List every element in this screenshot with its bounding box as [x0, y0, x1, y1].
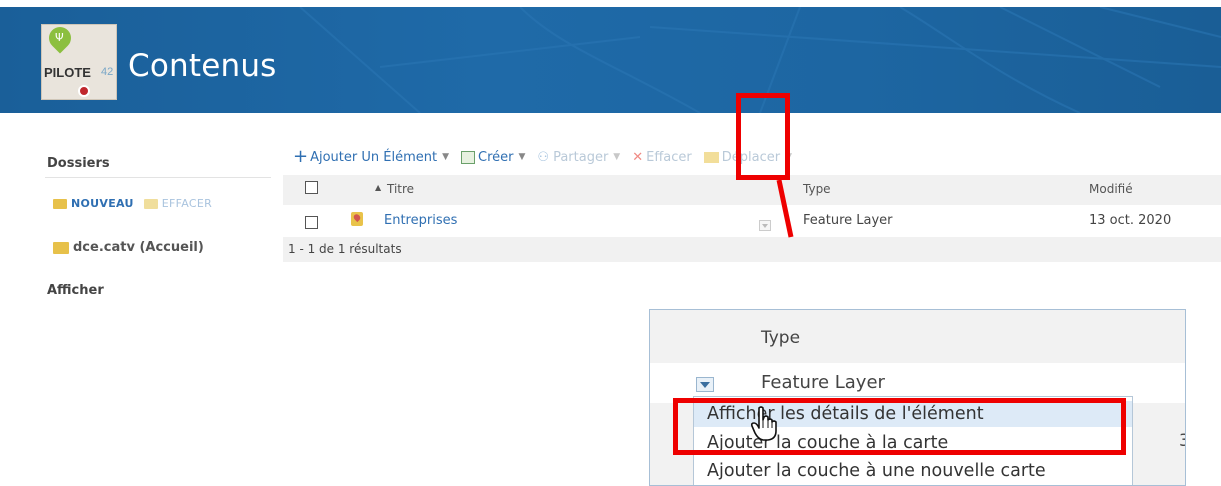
menu-item-add-to-new-map[interactable]: Ajouter la couche à une nouvelle carte	[707, 458, 1046, 484]
annotation-box-menu	[673, 398, 1126, 455]
inset-type-header: Type	[761, 328, 801, 348]
hand-cursor-icon	[750, 406, 777, 441]
inset-dropdown-button[interactable]	[696, 377, 714, 392]
inset-type-value: Feature Layer	[761, 372, 885, 393]
inset-edge-digit-2: 3	[1179, 431, 1185, 451]
